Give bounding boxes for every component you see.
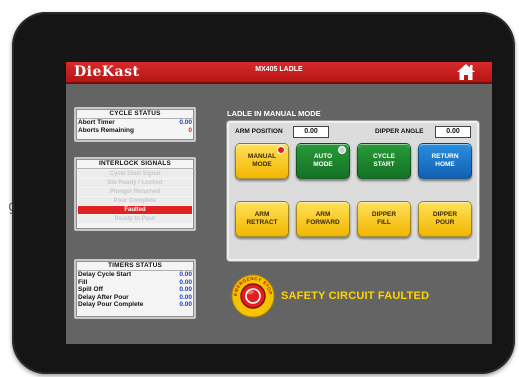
machine-model: MX405 LADLE (255, 66, 303, 73)
manual-mode-button[interactable]: MANUAL MODE (235, 143, 289, 179)
row-label: Delay After Pour (78, 293, 129, 301)
button-label: RETURN HOME (431, 153, 459, 168)
button-label: CYCLE START (372, 153, 396, 168)
auto-mode-button[interactable]: AUTO MODE (296, 143, 350, 179)
arm-position-readout: 0.00 (293, 126, 329, 138)
interlock-item: Pour Complete (78, 197, 192, 205)
timers-status-panel: TIMERS STATUS Delay Cycle Start 0.00 Fil… (74, 259, 196, 319)
timer-row: Spill Off 0.00 (76, 286, 194, 294)
dipper-fill-button[interactable]: DIPPER FILL (357, 201, 411, 237)
ladle-control-panel: ARM POSITION 0.00 DIPPER ANGLE 0.00 MANU… (226, 120, 480, 262)
dipper-angle-readout: 0.00 (435, 126, 471, 138)
aborts-remaining-row: Aborts Remaining 0 (76, 127, 194, 135)
button-label: DIPPER POUR (432, 211, 458, 226)
button-label: AUTO MODE (313, 153, 333, 168)
row-label: Delay Pour Complete (78, 301, 144, 309)
timer-row: Delay Pour Complete 0.00 (76, 301, 194, 309)
abort-timer-value: 0.00 (179, 119, 192, 126)
interlock-item-faulted: Faulted (78, 206, 192, 214)
ladle-mode-title: LADLE IN MANUAL MODE (227, 109, 321, 118)
button-label: MANUAL MODE (247, 153, 277, 168)
inactive-indicator-icon (338, 146, 346, 154)
home-icon (457, 64, 475, 80)
timer-value: 0.00 (179, 301, 192, 309)
cycle-status-title: CYCLE STATUS (76, 109, 194, 119)
arm-forward-button[interactable]: ARM FORWARD (296, 201, 350, 237)
timer-row: Delay After Pour 0.00 (76, 294, 194, 302)
button-label: ARM FORWARD (306, 211, 340, 226)
interlock-title: INTERLOCK SIGNALS (76, 159, 194, 169)
row-label: Aborts Remaining (78, 126, 134, 134)
interlock-list: Cycle Start Signal Die Ready / Locked Pl… (76, 169, 194, 225)
aborts-remaining-value: 0 (188, 126, 192, 134)
timer-value: 0.00 (179, 293, 192, 301)
dipper-pour-button[interactable]: DIPPER POUR (418, 201, 472, 237)
row-label: Abort Timer (78, 119, 115, 126)
emergency-stop-button[interactable]: EMERGENCY STOP (231, 274, 275, 318)
timers-title: TIMERS STATUS (76, 261, 194, 271)
interlock-signals-panel: INTERLOCK SIGNALS Cycle Start Signal Die… (74, 157, 196, 231)
row-label: Delay Cycle Start (78, 271, 132, 278)
header-bar: DieKast MX405 LADLE (66, 62, 492, 84)
timer-value: 0.00 (179, 271, 192, 278)
arm-retract-button[interactable]: ARM RETRACT (235, 201, 289, 237)
hmi-screen: DieKast MX405 LADLE CYCLE STATUS Abort T… (66, 62, 492, 344)
safety-fault-message: SAFETY CIRCUIT FAULTED (281, 290, 430, 302)
row-label: Spill Off (78, 286, 103, 294)
timer-value: 0.00 (179, 286, 192, 294)
interlock-item: Ready to Pour (78, 215, 192, 223)
arm-position-label: ARM POSITION (235, 128, 283, 135)
interlock-item: Cycle Start Signal (78, 170, 192, 178)
active-indicator-icon (277, 146, 285, 154)
home-button[interactable] (456, 63, 476, 81)
return-home-button[interactable]: RETURN HOME (418, 143, 472, 179)
dipper-angle-label: DIPPER ANGLE (375, 128, 424, 135)
timer-row: Fill 0.00 (76, 279, 194, 287)
button-label: ARM RETRACT (246, 211, 278, 226)
interlock-item: Plunger Returned (78, 188, 192, 196)
row-label: Fill (78, 278, 88, 286)
timer-value: 0.00 (179, 278, 192, 286)
interlock-item: Die Ready / Locked (78, 179, 192, 187)
cycle-start-button[interactable]: CYCLE START (357, 143, 411, 179)
emergency-stop-icon: EMERGENCY STOP (231, 274, 275, 318)
button-label: DIPPER FILL (371, 211, 397, 226)
timer-row: Delay Cycle Start 0.00 (76, 271, 194, 279)
abort-timer-row: Abort Timer 0.00 (76, 119, 194, 127)
cycle-status-panel: CYCLE STATUS Abort Timer 0.00 Aborts Rem… (74, 107, 196, 142)
tablet-bezel: DieKast MX405 LADLE CYCLE STATUS Abort T… (12, 12, 515, 374)
